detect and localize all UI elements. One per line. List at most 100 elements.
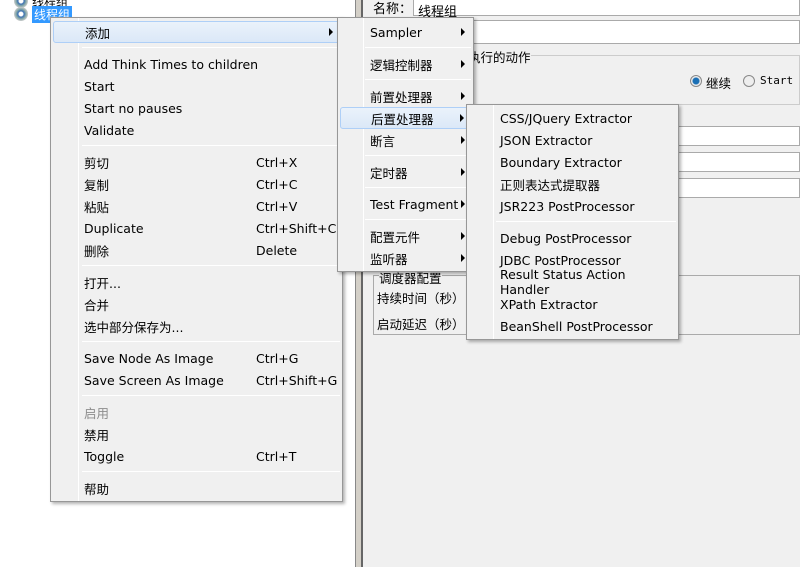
menu-item-start[interactable]: Start — [53, 75, 340, 97]
menu-separator — [496, 221, 676, 222]
menu-item-duplicate[interactable]: Duplicate Ctrl+Shift+C — [53, 217, 340, 239]
delay-label: 启动延迟（秒） — [377, 317, 465, 332]
menu-item-start-no-pauses[interactable]: Start no pauses — [53, 97, 340, 119]
menu-item-item[interactable]: 定时器 — [340, 161, 471, 183]
menu-item-validate[interactable]: Validate — [53, 119, 340, 141]
menu-item-item[interactable]: 复制 Ctrl+C — [53, 173, 340, 195]
name-input[interactable]: 线程组 — [413, 0, 800, 20]
menu-item-result-status-action-handler[interactable]: Result Status Action Handler — [469, 267, 676, 297]
menu-item-label: 剪切 — [84, 155, 110, 171]
menu-item-label: 配置元件 — [370, 229, 421, 245]
menu-item-label: Start no pauses — [84, 100, 183, 116]
menu-separator — [82, 471, 340, 472]
chevron-right-icon — [460, 114, 464, 122]
shortcut-label: Ctrl+Shift+G — [256, 372, 338, 388]
chevron-right-icon — [461, 136, 465, 144]
menu-item-label: 监听器 — [370, 251, 408, 267]
menu-item-label: Sampler — [370, 24, 423, 40]
menu-item-label: JDBC PostProcessor — [500, 252, 621, 268]
menu-item-css-jquery-extractor[interactable]: CSS/JQuery Extractor — [469, 107, 676, 129]
chevron-right-icon — [461, 28, 465, 36]
menu-item-label: 复制 — [84, 177, 110, 193]
menu-item-save-node-as-image[interactable]: Save Node As Image Ctrl+G — [53, 347, 340, 369]
menu-item-item[interactable]: 正则表达式提取器 — [469, 173, 676, 195]
chevron-right-icon — [461, 168, 465, 176]
menu-item-label: 逻辑控制器 — [370, 57, 433, 73]
chevron-right-icon — [461, 92, 465, 100]
menu-item-item[interactable]: 启用 — [53, 401, 340, 423]
threads-input[interactable] — [663, 126, 800, 146]
menu-item-label: 断言 — [370, 133, 396, 149]
menu-item-test-fragment[interactable]: Test Fragment — [340, 193, 471, 215]
context-menu: 添加 Add Think Times to children Start Start … — [50, 17, 343, 502]
chevron-right-icon — [461, 200, 465, 208]
shortcut-label: Ctrl+X — [256, 154, 298, 170]
menu-item-item[interactable]: 剪切 Ctrl+X — [53, 151, 340, 173]
menu-item-label: 选中部分保存为... — [84, 319, 184, 335]
menu-item-sampler[interactable]: Sampler — [340, 21, 471, 43]
menu-item-label: 前置处理器 — [370, 89, 433, 105]
menu-item-label: Test Fragment — [370, 196, 459, 212]
rampup-input[interactable] — [663, 152, 800, 172]
menu-separator — [365, 155, 471, 156]
menu-item-add-think-times-to-children[interactable]: Add Think Times to children — [53, 53, 340, 75]
menu-item-label: 合并 — [84, 297, 110, 313]
menu-item-item[interactable]: 配置元件 — [340, 225, 471, 247]
chevron-right-icon — [329, 28, 333, 36]
menu-item-item[interactable]: 前置处理器 — [340, 85, 471, 107]
menu-item-label: XPath Extractor — [500, 296, 598, 312]
menu-item-beanshell-postprocessor[interactable]: BeanShell PostProcessor — [469, 315, 676, 337]
menu-item-item[interactable]: 后置处理器 — [340, 107, 471, 129]
menu-item-label: 禁用 — [84, 427, 110, 443]
shortcut-label: Delete — [256, 242, 298, 258]
menu-item-label: Start — [84, 78, 115, 94]
menu-item-label: CSS/JQuery Extractor — [500, 110, 633, 126]
chevron-right-icon — [461, 60, 465, 68]
menu-item-label: Save Node As Image — [84, 350, 214, 366]
menu-item-item[interactable]: 逻辑控制器 — [340, 53, 471, 75]
menu-item-item[interactable]: 监听器 — [340, 247, 471, 269]
menu-item-item[interactable]: 合并 — [53, 293, 340, 315]
menu-item-label: JSR223 PostProcessor — [500, 198, 635, 214]
radio-continue[interactable] — [690, 75, 702, 87]
menu-item-toggle[interactable]: Toggle Ctrl+T — [53, 445, 340, 467]
menu-item-label: Save Screen As Image — [84, 372, 224, 388]
gear-icon — [14, 7, 28, 21]
shortcut-label: Ctrl+G — [256, 350, 299, 366]
menu-item-label: Debug PostProcessor — [500, 230, 632, 246]
menu-item-item[interactable]: 删除 Delete — [53, 239, 340, 261]
menu-item-label: Validate — [84, 122, 135, 138]
menu-item-item[interactable]: 禁用 — [53, 423, 340, 445]
menu-separator — [365, 219, 471, 220]
menu-separator — [82, 47, 340, 48]
menu-item-item[interactable]: 添加 — [53, 21, 340, 43]
menu-separator — [82, 341, 340, 342]
menu-item-label: 删除 — [84, 243, 110, 259]
menu-item-label: JSON Extractor — [500, 132, 593, 148]
menu-item-item[interactable]: 选中部分保存为... — [53, 315, 340, 337]
menu-item-item[interactable]: 断言 — [340, 129, 471, 151]
menu-item-item[interactable]: 粘贴 Ctrl+V — [53, 195, 340, 217]
menu-item-label: 后置处理器 — [371, 111, 434, 127]
menu-item-item[interactable]: 帮助 — [53, 477, 340, 499]
menu-item-label: 帮助 — [84, 481, 110, 497]
radio-start-next[interactable] — [743, 75, 755, 87]
menu-item-debug-postprocessor[interactable]: Debug PostProcessor — [469, 227, 676, 249]
menu-item-label: BeanShell PostProcessor — [500, 318, 653, 334]
menu-item-json-extractor[interactable]: JSON Extractor — [469, 129, 676, 151]
menu-separator — [365, 187, 471, 188]
menu-item-boundary-extractor[interactable]: Boundary Extractor — [469, 151, 676, 173]
menu-item-save-screen-as-image[interactable]: Save Screen As Image Ctrl+Shift+G — [53, 369, 340, 391]
menu-item-xpath-extractor[interactable]: XPath Extractor — [469, 293, 676, 315]
chevron-right-icon — [461, 232, 465, 240]
menu-item-jsr223-postprocessor[interactable]: JSR223 PostProcessor — [469, 195, 676, 217]
postprocessor-submenu: CSS/JQuery Extractor JSON Extractor Bounda… — [466, 104, 679, 340]
menu-item-label: 粘贴 — [84, 199, 110, 215]
shortcut-label: Ctrl+T — [256, 448, 297, 464]
duration-label: 持续时间（秒） — [377, 291, 465, 306]
loop-input[interactable] — [663, 178, 800, 198]
radio-start-label: Start N — [760, 74, 800, 87]
menu-item-item[interactable]: 打开... — [53, 271, 340, 293]
menu-item-label: Boundary Extractor — [500, 154, 622, 170]
menu-item-label: 添加 — [85, 25, 111, 41]
